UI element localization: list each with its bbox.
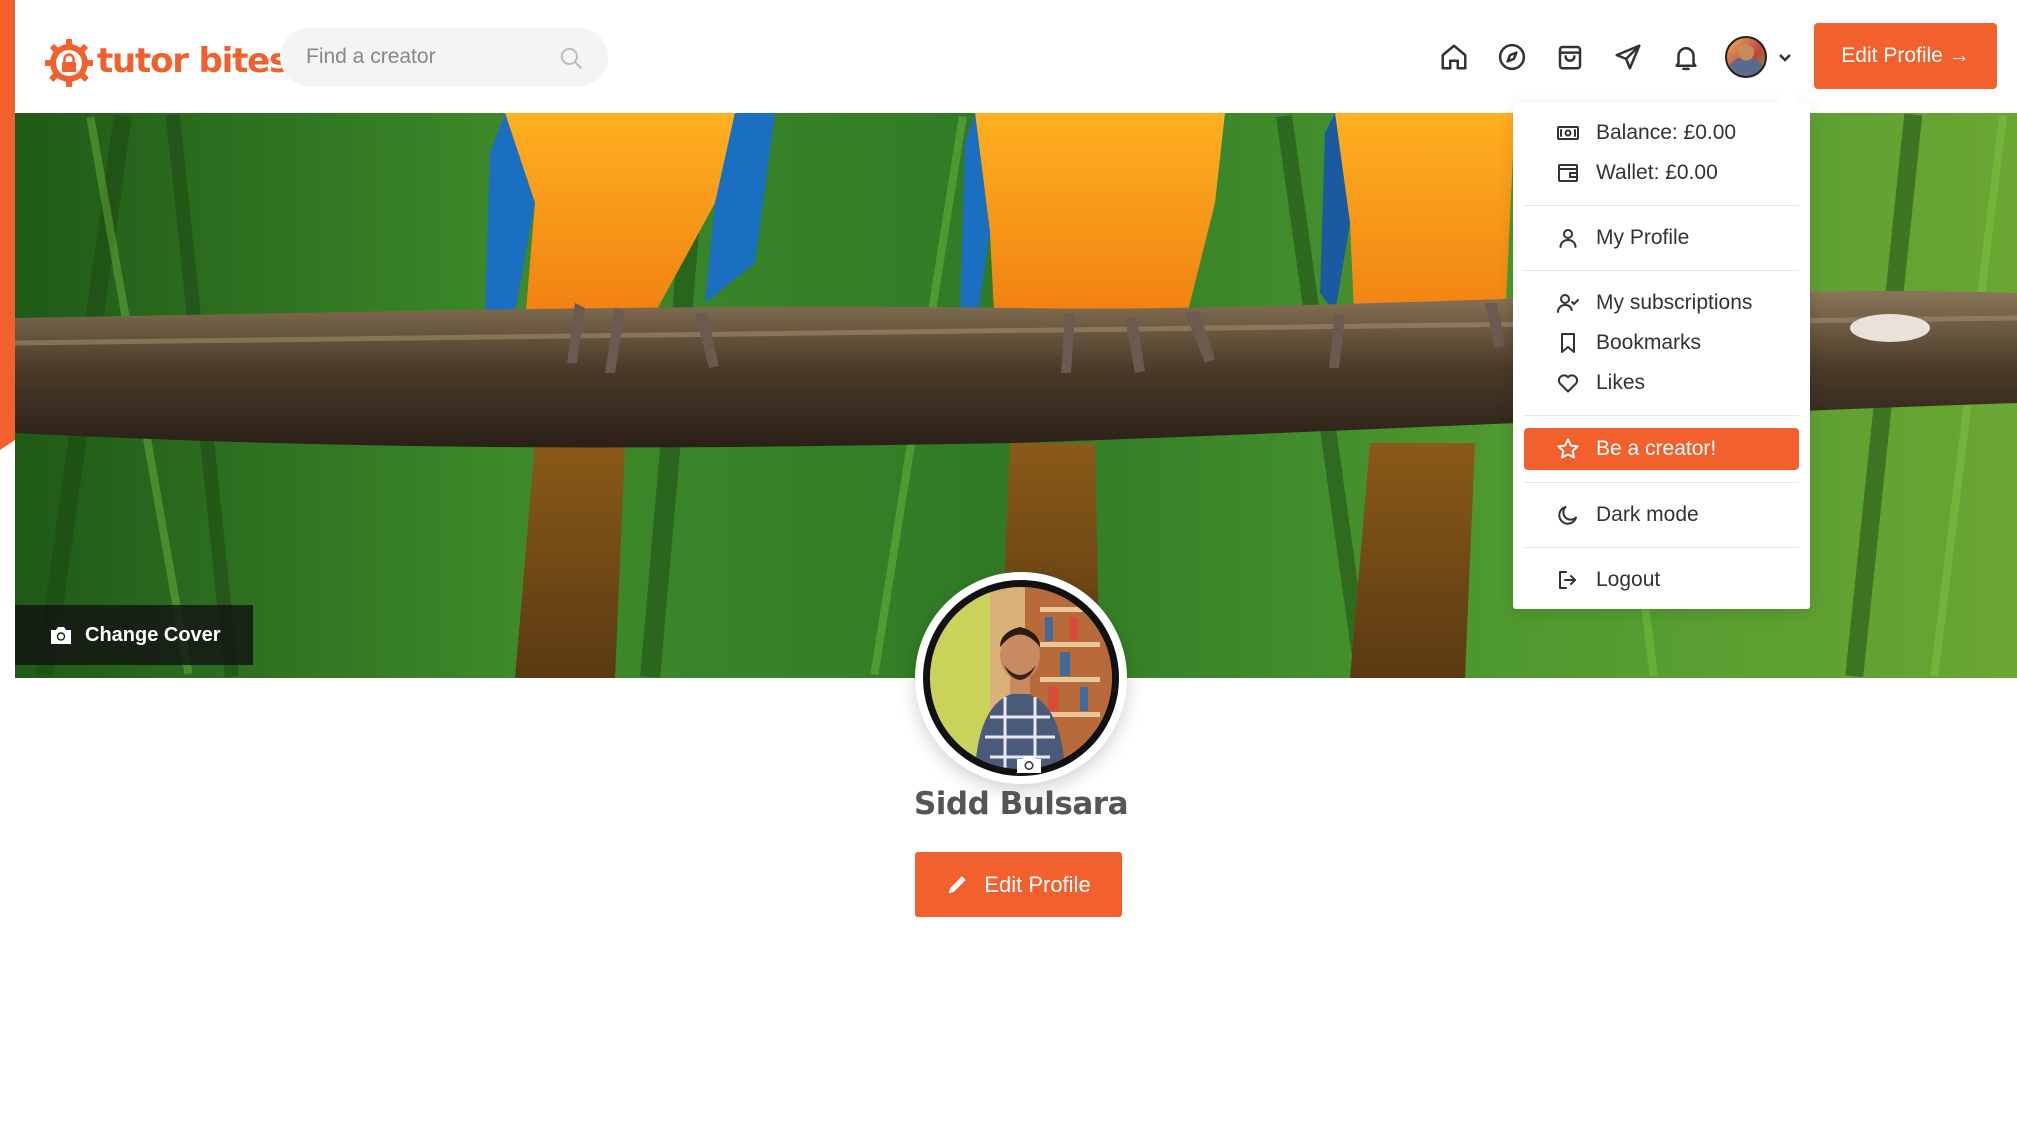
- bookmark-icon: [1561, 333, 1575, 353]
- menu-item-dark-mode[interactable]: Dark mode: [1524, 495, 1799, 535]
- nav-icons: [1425, 31, 1793, 83]
- menu-item-wallet[interactable]: Wallet: £0.00: [1524, 153, 1799, 193]
- menu-item-balance[interactable]: Balance: £0.00: [1524, 113, 1799, 153]
- profile-name: Sidd Bulsara: [913, 786, 1129, 822]
- chevron-down-icon[interactable]: [1777, 49, 1793, 65]
- logo[interactable]: tutor bites: [45, 31, 289, 91]
- be-creator-label: Be a creator!: [1596, 437, 1717, 460]
- change-cover-label: Change Cover: [85, 623, 221, 646]
- subscriptions-label: My subscriptions: [1596, 291, 1753, 314]
- camera-icon: [51, 627, 71, 644]
- lock-gear-logo-icon: [45, 39, 93, 87]
- change-cover-button[interactable]: Change Cover: [15, 605, 253, 665]
- profile-photo: [930, 587, 1112, 769]
- home-icon[interactable]: [1425, 31, 1483, 83]
- search-input[interactable]: [306, 45, 536, 69]
- user-icon: [1559, 229, 1577, 248]
- star-icon: [1557, 438, 1579, 459]
- logout-icon: [1559, 571, 1576, 589]
- compass-icon[interactable]: [1483, 31, 1541, 83]
- menu-item-likes[interactable]: Likes: [1524, 363, 1799, 403]
- page: tutor bites Find a creator Edit Profile …: [15, 0, 2017, 1124]
- divider: [1524, 205, 1799, 206]
- wallet-icon: [1558, 164, 1578, 182]
- left-accent-bar: [0, 0, 15, 450]
- shopping-bag-icon[interactable]: [1541, 31, 1599, 83]
- divider: [1524, 482, 1799, 483]
- search-bar: [280, 28, 608, 86]
- heart-icon: [1557, 374, 1579, 393]
- menu-item-subscriptions[interactable]: My subscriptions: [1524, 283, 1799, 323]
- bookmarks-label: Bookmarks: [1596, 331, 1702, 354]
- user-dropdown-menu: Balance: £0.00 Wallet: £0.00 My Profile …: [1513, 91, 1810, 609]
- edit-profile-button[interactable]: Edit Profile: [915, 852, 1122, 917]
- brand-name: tutor bites: [97, 41, 289, 81]
- edit-profile-button-top[interactable]: Edit Profile →: [1814, 23, 1997, 89]
- pencil-icon: [949, 875, 967, 893]
- menu-item-be-a-creator[interactable]: Be a creator!: [1524, 428, 1799, 470]
- camera-icon[interactable]: [1015, 753, 1043, 775]
- menu-item-my-profile[interactable]: My Profile: [1524, 218, 1799, 258]
- wallet-label: Wallet: £0.00: [1596, 161, 1718, 184]
- my-profile-label: My Profile: [1596, 226, 1690, 249]
- divider: [1524, 415, 1799, 416]
- menu-item-logout[interactable]: Logout: [1524, 560, 1799, 600]
- bell-icon[interactable]: [1657, 31, 1715, 83]
- divider: [1524, 270, 1799, 271]
- balance-label: Balance: £0.00: [1596, 121, 1737, 144]
- profile-avatar[interactable]: [915, 572, 1127, 784]
- menu-item-bookmarks[interactable]: Bookmarks: [1524, 323, 1799, 363]
- search-icon[interactable]: [558, 45, 584, 71]
- moon-icon: [1558, 506, 1577, 525]
- edit-profile-label: Edit Profile: [984, 871, 1091, 897]
- send-icon[interactable]: [1599, 31, 1657, 83]
- banknote-icon: [1557, 126, 1579, 140]
- dark-mode-label: Dark mode: [1596, 503, 1699, 526]
- user-avatar[interactable]: [1725, 36, 1767, 78]
- user-check-icon: [1557, 294, 1579, 313]
- navbar: tutor bites Find a creator Edit Profile …: [15, 7, 2017, 113]
- logout-label: Logout: [1596, 568, 1661, 591]
- divider: [1524, 547, 1799, 548]
- likes-label: Likes: [1596, 371, 1646, 394]
